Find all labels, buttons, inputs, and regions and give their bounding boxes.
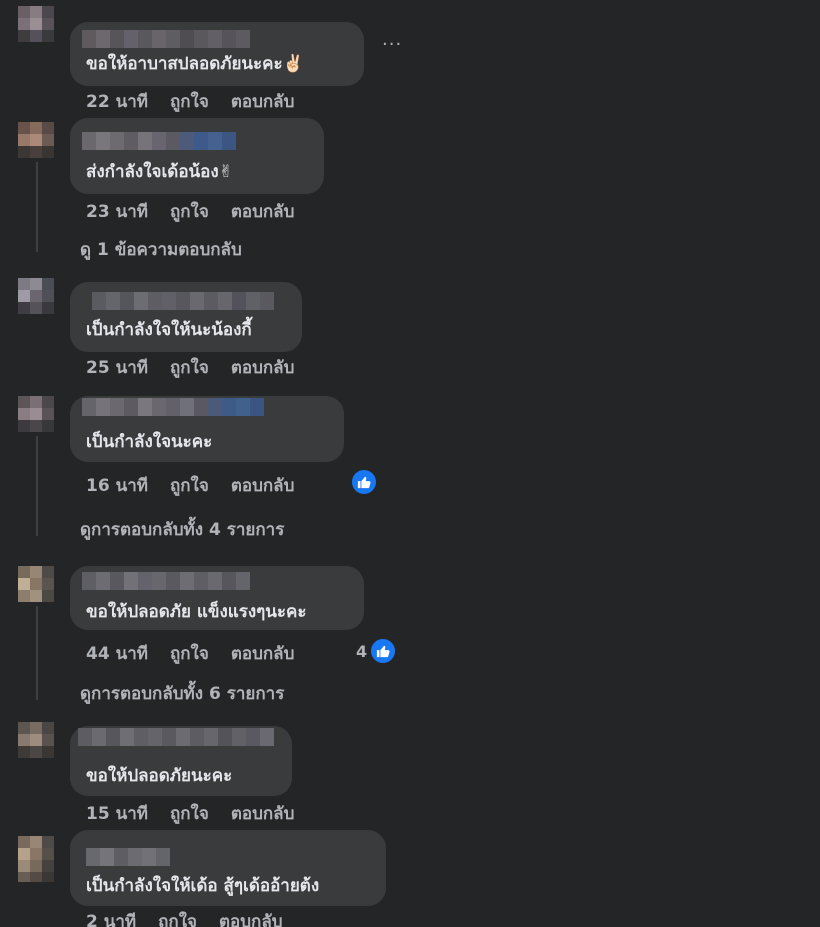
comment-text: เป็นกำลังใจให้นะน้องกี้	[86, 320, 252, 340]
reply-button[interactable]: ตอบกลับ	[231, 354, 295, 381]
comment-bubble: ส่งกำลังใจเด้อน้อง✌	[70, 118, 324, 194]
reply-button[interactable]: ตอบกลับ	[231, 198, 295, 225]
reaction-summary[interactable]: 4	[356, 637, 398, 665]
thread-line	[36, 606, 38, 700]
view-replies-link[interactable]: ดูการตอบกลับทั้ง 4 รายการ	[80, 516, 284, 543]
comment-timestamp[interactable]: 44 นาที	[86, 640, 148, 667]
avatar[interactable]	[18, 278, 54, 314]
comment-bubble: เป็นกำลังใจนะคะ	[70, 396, 344, 462]
comment-bubble: ขอให้อาบาสปลอดภัยนะคะ✌🏻	[70, 22, 364, 86]
like-button[interactable]: ถูกใจ	[170, 800, 209, 827]
comment-text: เป็นกำลังใจให้เด้อ สู้ๆเด้ออ้ายต้ง	[86, 876, 320, 896]
comment-bubble: ขอให้ปลอดภัย แข็งแรงๆนะคะ	[70, 566, 364, 630]
reaction-count: 4	[356, 641, 368, 661]
reply-button[interactable]: ตอบกลับ	[219, 908, 283, 927]
avatar[interactable]	[18, 396, 54, 432]
reply-button[interactable]: ตอบกลับ	[231, 640, 295, 667]
comment-timestamp[interactable]: 22 นาที	[86, 88, 148, 115]
comment-bubble: เป็นกำลังใจให้เด้อ สู้ๆเด้ออ้ายต้ง	[70, 830, 386, 906]
comment-bubble: เป็นกำลังใจให้นะน้องกี้	[70, 282, 302, 352]
comment-actions: 16 นาที ถูกใจ ตอบกลับ	[86, 472, 294, 499]
comment-timestamp[interactable]: 15 นาที	[86, 800, 148, 827]
author-name-blurred[interactable]	[82, 132, 236, 150]
view-replies-link[interactable]: ดูการตอบกลับทั้ง 6 รายการ	[80, 680, 284, 707]
reaction-summary[interactable]	[350, 468, 378, 496]
comment-text: ขอให้ปลอดภัยนะคะ	[86, 766, 233, 786]
avatar[interactable]	[18, 836, 54, 882]
comment-bubble: ขอให้ปลอดภัยนะคะ	[70, 726, 292, 796]
thread-line	[36, 162, 38, 252]
comment-timestamp[interactable]: 2 นาที	[86, 908, 136, 927]
comment-text: เป็นกำลังใจนะคะ	[86, 432, 213, 452]
author-name-blurred[interactable]	[92, 292, 274, 310]
more-dots-icon[interactable]: ···	[382, 34, 402, 55]
author-name-blurred[interactable]	[78, 728, 274, 746]
avatar[interactable]	[18, 6, 54, 42]
like-button[interactable]: ถูกใจ	[170, 640, 209, 667]
comment-actions: 2 นาที ถูกใจ ตอบกลับ	[86, 908, 283, 927]
view-replies-link[interactable]: ดู 1 ข้อความตอบกลับ	[80, 236, 242, 263]
comment-timestamp[interactable]: 25 นาที	[86, 354, 148, 381]
like-button[interactable]: ถูกใจ	[170, 354, 209, 381]
comment-actions: 25 นาที ถูกใจ ตอบกลับ	[86, 354, 294, 381]
reply-button[interactable]: ตอบกลับ	[231, 88, 295, 115]
thumbs-up-icon	[369, 637, 398, 665]
comment-text: ขอให้อาบาสปลอดภัยนะคะ✌🏻	[86, 54, 304, 74]
comment-text: ส่งกำลังใจเด้อน้อง✌	[86, 162, 233, 182]
author-name-blurred[interactable]	[82, 30, 250, 48]
comment-actions: 15 นาที ถูกใจ ตอบกลับ	[86, 800, 294, 827]
comment-text: ขอให้ปลอดภัย แข็งแรงๆนะคะ	[86, 602, 307, 622]
comment-actions: 23 นาที ถูกใจ ตอบกลับ	[86, 198, 294, 225]
avatar[interactable]	[18, 566, 54, 602]
comment-timestamp[interactable]: 16 นาที	[86, 472, 148, 499]
author-name-blurred[interactable]	[86, 848, 170, 866]
reply-button[interactable]: ตอบกลับ	[231, 800, 295, 827]
thumbs-up-icon	[350, 468, 378, 496]
like-button[interactable]: ถูกใจ	[158, 908, 197, 927]
comment-actions: 44 นาที ถูกใจ ตอบกลับ	[86, 640, 294, 667]
thread-line	[36, 436, 38, 536]
comment-list: ขอให้อาบาสปลอดภัยนะคะ✌🏻 ··· 22 นาที ถูกใ…	[0, 0, 820, 927]
like-button[interactable]: ถูกใจ	[170, 88, 209, 115]
avatar[interactable]	[18, 722, 54, 758]
comment-timestamp[interactable]: 23 นาที	[86, 198, 148, 225]
like-button[interactable]: ถูกใจ	[170, 472, 209, 499]
avatar[interactable]	[18, 122, 54, 158]
author-name-blurred[interactable]	[82, 572, 250, 590]
like-button[interactable]: ถูกใจ	[170, 198, 209, 225]
reply-button[interactable]: ตอบกลับ	[231, 472, 295, 499]
comment-actions: 22 นาที ถูกใจ ตอบกลับ	[86, 88, 294, 115]
author-name-blurred[interactable]	[82, 398, 264, 416]
